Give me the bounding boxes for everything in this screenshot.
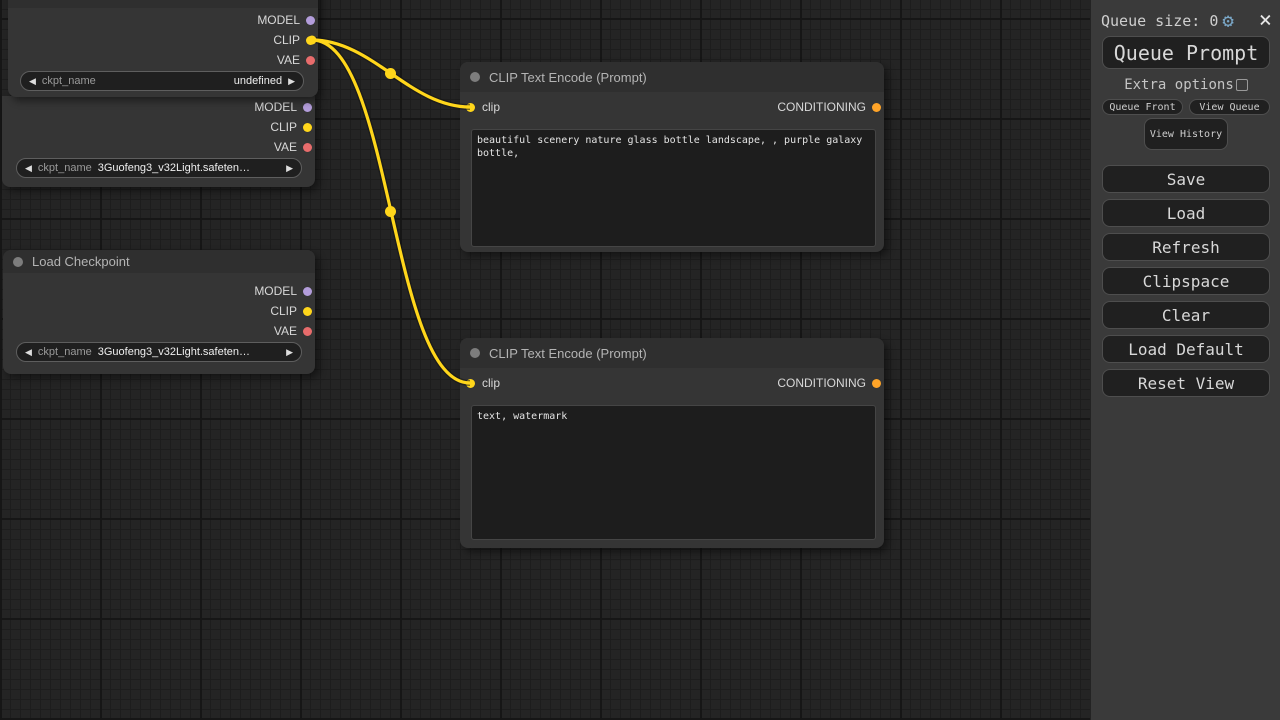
slot-label: VAE bbox=[273, 324, 297, 338]
close-icon[interactable]: × bbox=[1259, 10, 1272, 32]
positive-prompt-textarea[interactable]: beautiful scenery nature glass bottle la… bbox=[471, 129, 876, 247]
conditioning-slot-dot[interactable] bbox=[872, 378, 881, 388]
settings-gear-icon[interactable]: ⚙ bbox=[1222, 11, 1233, 31]
output-slot-model[interactable]: MODEL bbox=[254, 281, 315, 301]
clip-input-dot[interactable] bbox=[466, 378, 475, 388]
widget-prev-icon[interactable]: ◀ bbox=[25, 163, 32, 173]
collapse-dot-icon[interactable] bbox=[470, 348, 480, 358]
queue-prompt-button[interactable]: Queue Prompt bbox=[1102, 36, 1270, 69]
collapse-dot-icon[interactable] bbox=[470, 72, 480, 82]
widget-value: undefined bbox=[233, 75, 283, 87]
comfy-menu-panel: Queue size: 0 ⚙ × Queue Prompt Extra opt… bbox=[1090, 0, 1280, 720]
model-slot-dot[interactable] bbox=[306, 15, 315, 25]
clear-button[interactable]: Clear bbox=[1102, 301, 1270, 329]
node-title: CLIP Text Encode (Prompt) bbox=[489, 69, 647, 85]
node-title: CLIP Text Encode (Prompt) bbox=[489, 345, 647, 361]
input-slot-clip[interactable]: clip bbox=[460, 97, 500, 117]
model-slot-dot[interactable] bbox=[303, 286, 312, 296]
ckpt-name-widget[interactable]: ◀ ckpt_name undefined ▶ bbox=[20, 71, 304, 91]
slot-label: CLIP bbox=[273, 33, 300, 47]
refresh-button[interactable]: Refresh bbox=[1102, 233, 1270, 261]
output-slot-clip[interactable]: CLIP bbox=[270, 117, 315, 137]
view-history-button[interactable]: View History bbox=[1144, 118, 1228, 150]
input-slot-clip[interactable]: clip bbox=[460, 373, 500, 393]
slot-label: CONDITIONING bbox=[777, 100, 866, 114]
reset-view-button[interactable]: Reset View bbox=[1102, 369, 1270, 397]
output-slot-vae[interactable]: VAE bbox=[274, 137, 315, 157]
ckpt-name-widget[interactable]: ◀ ckpt_name 3Guofeng3_v32Light.safeten… … bbox=[16, 342, 302, 362]
widget-prev-icon[interactable]: ◀ bbox=[29, 76, 36, 86]
comfyui-app: MODEL CLIP VAE ◀ ckpt_name 3Guofeng3_v32… bbox=[0, 0, 1280, 720]
load-button[interactable]: Load bbox=[1102, 199, 1270, 227]
clip-input-dot[interactable] bbox=[466, 102, 475, 112]
widget-prev-icon[interactable]: ◀ bbox=[25, 347, 32, 357]
slot-label: CLIP bbox=[270, 304, 297, 318]
slot-label: CLIP bbox=[270, 120, 297, 134]
clip-text-encode-node-negative[interactable]: CLIP Text Encode (Prompt) clip CONDITION… bbox=[460, 338, 884, 548]
output-slot-model[interactable]: MODEL bbox=[257, 10, 318, 30]
load-checkpoint-node-3[interactable]: Load Checkpoint MODEL CLIP VAE ◀ ckpt_na… bbox=[3, 250, 315, 374]
slot-label: MODEL bbox=[254, 100, 297, 114]
node-title-bar[interactable]: Load Checkpoint bbox=[3, 250, 315, 273]
extra-options-checkbox[interactable] bbox=[1235, 79, 1248, 91]
clip-wire-positive bbox=[311, 38, 471, 109]
save-button[interactable]: Save bbox=[1102, 165, 1270, 193]
queue-front-button[interactable]: Queue Front bbox=[1102, 99, 1183, 115]
graph-canvas[interactable]: MODEL CLIP VAE ◀ ckpt_name 3Guofeng3_v32… bbox=[0, 0, 1090, 720]
queue-status-row: Queue size: 0 ⚙ × bbox=[1101, 10, 1272, 32]
load-checkpoint-node-1[interactable]: MODEL CLIP VAE ◀ ckpt_name undefined ▶ bbox=[8, 0, 318, 97]
extra-options-row: Extra options bbox=[1091, 77, 1280, 93]
widget-name: ckpt_name bbox=[41, 75, 96, 87]
output-slot-vae[interactable]: VAE bbox=[274, 321, 315, 341]
collapse-dot-icon[interactable] bbox=[13, 256, 23, 267]
slot-label: VAE bbox=[273, 140, 297, 154]
clip-slot-dot[interactable] bbox=[303, 306, 312, 316]
clip-text-encode-node-positive[interactable]: CLIP Text Encode (Prompt) clip CONDITION… bbox=[460, 62, 884, 252]
clip-slot-dot[interactable] bbox=[303, 122, 312, 132]
node-title-bar[interactable] bbox=[8, 0, 318, 8]
slot-label: CONDITIONING bbox=[777, 376, 866, 390]
slot-label: VAE bbox=[276, 53, 300, 67]
wire-midpoint-dot bbox=[385, 206, 396, 217]
slot-label: clip bbox=[482, 100, 501, 114]
output-slot-clip[interactable]: CLIP bbox=[273, 30, 318, 50]
widget-value: 3Guofeng3_v32Light.safeten… bbox=[97, 346, 251, 358]
view-queue-button[interactable]: View Queue bbox=[1189, 99, 1270, 115]
slot-label: clip bbox=[482, 376, 501, 390]
output-slot-model[interactable]: MODEL bbox=[254, 97, 315, 117]
clip-slot-dot[interactable] bbox=[306, 35, 315, 45]
node-title-bar[interactable]: CLIP Text Encode (Prompt) bbox=[460, 338, 884, 368]
vae-slot-dot[interactable] bbox=[303, 326, 312, 336]
widget-name: ckpt_name bbox=[37, 346, 92, 358]
output-slot-conditioning[interactable]: CONDITIONING bbox=[777, 373, 884, 393]
output-slot-vae[interactable]: VAE bbox=[277, 50, 318, 70]
node-title: Load Checkpoint bbox=[32, 254, 130, 269]
slot-label: MODEL bbox=[254, 284, 297, 298]
output-slot-conditioning[interactable]: CONDITIONING bbox=[777, 97, 884, 117]
load-checkpoint-node-2[interactable]: MODEL CLIP VAE ◀ ckpt_name 3Guofeng3_v32… bbox=[2, 96, 315, 187]
model-slot-dot[interactable] bbox=[303, 102, 312, 112]
clipspace-button[interactable]: Clipspace bbox=[1102, 267, 1270, 295]
wire-midpoint-dot bbox=[385, 68, 396, 79]
vae-slot-dot[interactable] bbox=[303, 142, 312, 152]
load-default-button[interactable]: Load Default bbox=[1102, 335, 1270, 363]
slot-label: MODEL bbox=[257, 13, 300, 27]
widget-next-icon[interactable]: ▶ bbox=[286, 163, 293, 173]
widget-name: ckpt_name bbox=[37, 162, 92, 174]
widget-next-icon[interactable]: ▶ bbox=[286, 347, 293, 357]
widget-value: 3Guofeng3_v32Light.safeten… bbox=[97, 162, 251, 174]
queue-size-label: Queue size: 0 bbox=[1101, 12, 1219, 30]
negative-prompt-textarea[interactable]: text, watermark bbox=[471, 405, 876, 540]
ckpt-name-widget[interactable]: ◀ ckpt_name 3Guofeng3_v32Light.safeten… … bbox=[16, 158, 302, 178]
vae-slot-dot[interactable] bbox=[306, 55, 315, 65]
conditioning-slot-dot[interactable] bbox=[872, 102, 881, 112]
extra-options-label: Extra options bbox=[1124, 77, 1234, 93]
widget-next-icon[interactable]: ▶ bbox=[288, 76, 295, 86]
output-slot-clip[interactable]: CLIP bbox=[270, 301, 315, 321]
clip-wire-negative bbox=[311, 38, 471, 385]
node-title-bar[interactable]: CLIP Text Encode (Prompt) bbox=[460, 62, 884, 92]
